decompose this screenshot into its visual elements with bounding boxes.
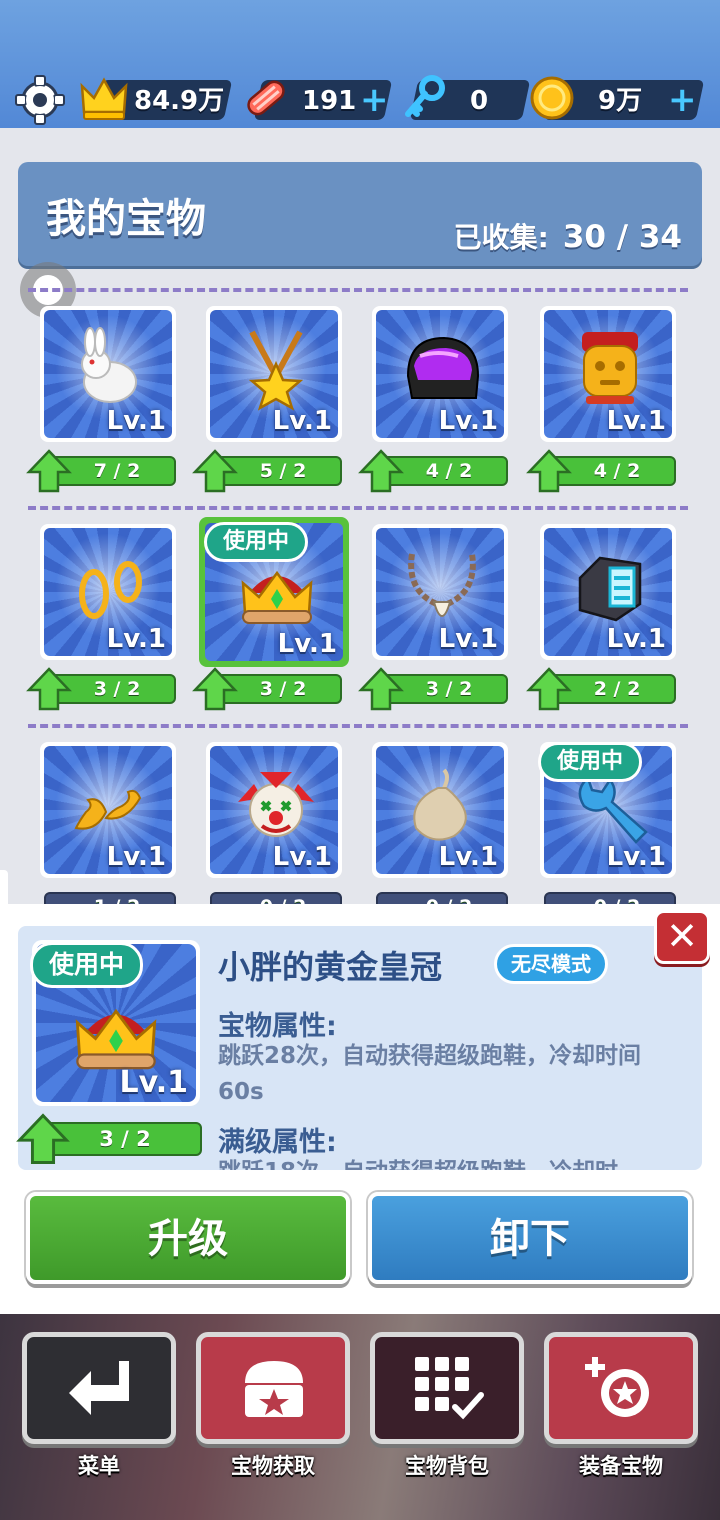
hoverboard-icon <box>247 80 285 116</box>
nav-equip-treasure-label: 装备宝物 <box>579 1454 663 1478</box>
add-coins-plus-icon[interactable]: + <box>668 83 697 117</box>
gadget-icon <box>578 556 642 622</box>
upgrade-button[interactable]: 升级 <box>26 1192 350 1284</box>
detail-upgrade-progress: 3 / 2 <box>16 1113 202 1164</box>
level-label: Lv.1 <box>438 624 498 654</box>
treasure-card-helmet[interactable]: Lv.1 <box>372 306 508 442</box>
fang-necklace-icon <box>408 553 476 617</box>
up-arrow-icon <box>358 667 404 711</box>
in-use-badge: 使用中 <box>538 742 643 782</box>
treasure-card-pouch[interactable]: Lv.1 <box>372 742 508 878</box>
coin-icon <box>530 76 574 120</box>
collected-status: 已收集: 30 / 34 <box>454 216 682 256</box>
nav-menu-label: 菜单 <box>78 1454 120 1478</box>
golden-mask-icon <box>582 332 638 404</box>
upgrade-progress: 3 / 2 <box>26 667 176 711</box>
up-arrow-icon <box>26 449 72 493</box>
collected-count: 30 / 34 <box>562 219 682 255</box>
page-title: 我的宝物 <box>46 196 206 242</box>
row-divider <box>28 288 688 292</box>
treasure-card-fang-necklace[interactable]: Lv.1 <box>372 524 508 660</box>
treasure-chest-icon <box>245 1361 303 1417</box>
in-use-badge: 使用中 <box>30 942 144 988</box>
helmet-icon <box>406 336 480 399</box>
upgrade-progress: 5 / 2 <box>192 449 342 493</box>
treasure-header: 我的宝物 已收集: 30 / 34 <box>18 162 702 266</box>
keys-value: 0 <box>470 86 489 116</box>
treasure-name: 小胖的黄金皇冠 <box>218 948 443 986</box>
max-attribute-label: 满级属性: <box>218 1127 337 1158</box>
level-label: Lv.1 <box>606 842 666 872</box>
level-label: Lv.1 <box>606 624 666 654</box>
level-label: Lv.1 <box>106 624 166 654</box>
level-label: Lv.1 <box>277 629 337 659</box>
treasure-card-star-necklace[interactable]: Lv.1 <box>206 306 342 442</box>
up-arrow-icon <box>358 449 404 493</box>
treasure-card-golden-wings[interactable]: Lv.1 <box>40 742 176 878</box>
up-arrow-icon <box>526 667 572 711</box>
attribute-text: 跳跃28次，自动获得超级跑鞋，冷却时间60s <box>218 1043 642 1105</box>
gold-rings-icon <box>79 561 142 619</box>
level-label: Lv.1 <box>606 406 666 436</box>
score-value: 84.9万 <box>134 86 225 116</box>
level-label: Lv.1 <box>272 406 332 436</box>
coins-value: 9万 <box>598 86 643 116</box>
upgrade-progress: 4 / 2 <box>358 449 508 493</box>
treasure-card-clown-mask[interactable]: Lv.1 <box>206 742 342 878</box>
crown-icon <box>241 570 313 624</box>
in-use-badge: 使用中 <box>204 522 309 562</box>
rabbit-icon <box>81 327 137 403</box>
collected-label: 已收集: <box>453 221 549 254</box>
add-boards-plus-icon[interactable]: + <box>360 83 389 117</box>
nav-get-treasure-button[interactable] <box>196 1332 350 1444</box>
nav-menu-button[interactable] <box>22 1332 176 1444</box>
row-divider <box>28 506 688 510</box>
boards-value: 191 <box>302 86 357 116</box>
upgrade-progress: 4 / 2 <box>526 449 676 493</box>
upgrade-progress: 2 / 2 <box>526 667 676 711</box>
clown-mask-icon <box>238 772 314 837</box>
unequip-button[interactable]: 卸下 <box>368 1192 692 1284</box>
pouch-icon <box>413 768 467 841</box>
upgrade-progress: 7 / 2 <box>26 449 176 493</box>
grid-check-icon <box>415 1357 484 1420</box>
key-icon <box>405 75 445 117</box>
level-label: Lv.1 <box>119 1065 189 1100</box>
treasure-card-golden-mask[interactable]: Lv.1 <box>540 306 676 442</box>
golden-wings-icon <box>74 789 142 830</box>
nav-treasure-bag-label: 宝物背包 <box>405 1454 489 1478</box>
level-label: Lv.1 <box>438 406 498 436</box>
treasure-card-rabbit[interactable]: Lv.1 <box>40 306 176 442</box>
row-divider <box>28 724 688 728</box>
up-arrow-icon <box>192 449 238 493</box>
settings-gear-icon[interactable] <box>14 74 66 126</box>
up-arrow-icon <box>16 1113 70 1164</box>
level-label: Lv.1 <box>106 406 166 436</box>
level-label: Lv.1 <box>106 842 166 872</box>
nav-equip-treasure-button[interactable] <box>544 1332 698 1444</box>
up-arrow-icon <box>192 667 238 711</box>
mode-badge: 无尽模式 <box>494 944 608 984</box>
up-arrow-icon <box>526 449 572 493</box>
nav-treasure-bag-button[interactable] <box>370 1332 524 1444</box>
treasure-card-gold-rings[interactable]: Lv.1 <box>40 524 176 660</box>
nav-get-treasure-label: 宝物获取 <box>231 1454 315 1478</box>
up-arrow-icon <box>26 667 72 711</box>
equip-badge-icon <box>585 1357 649 1417</box>
upgrade-progress: 3 / 2 <box>192 667 342 711</box>
close-button[interactable]: ✕ <box>654 910 710 964</box>
return-arrow-icon <box>69 1361 129 1415</box>
upgrade-progress: 3 / 2 <box>358 667 508 711</box>
level-label: Lv.1 <box>438 842 498 872</box>
treasure-card-gadget[interactable]: Lv.1 <box>540 524 676 660</box>
crown-score-icon <box>80 77 128 120</box>
star-necklace-icon <box>248 330 304 411</box>
level-label: Lv.1 <box>272 842 332 872</box>
